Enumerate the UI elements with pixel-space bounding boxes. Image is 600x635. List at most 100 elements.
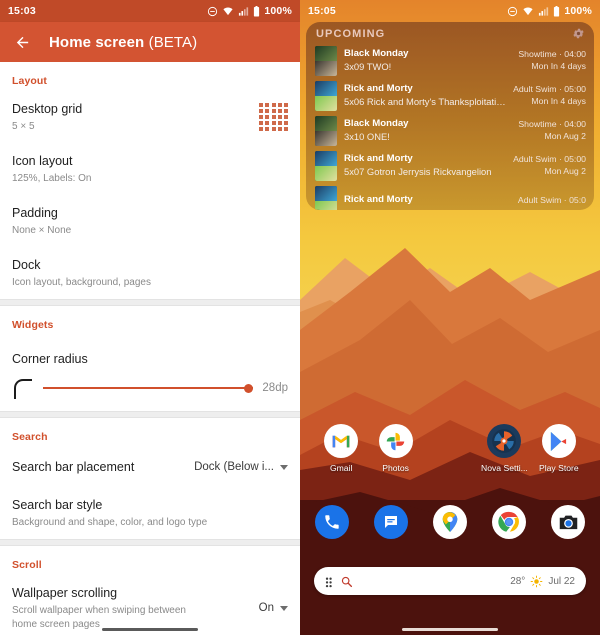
pref-title: Icon layout [12, 154, 73, 168]
dropdown-value: On [258, 602, 274, 614]
dock-icon-maps[interactable] [430, 505, 470, 539]
app-icon-play-store[interactable]: Play Store [532, 424, 586, 473]
wifi-icon [523, 6, 533, 15]
dock-icon-camera[interactable] [548, 505, 588, 539]
beta-label: (BETA) [148, 33, 198, 51]
app-icon-photos[interactable]: Photos [368, 424, 422, 473]
pref-subtitle: 125%, Labels: On [12, 173, 92, 184]
event-channel: Showtime · 04:00 [518, 119, 586, 130]
pref-title: Search bar style [12, 498, 103, 512]
signal-icon [239, 6, 249, 16]
do-not-disturb-icon [208, 6, 218, 16]
search-bar[interactable]: 28° Jul 22 [314, 567, 586, 595]
section-header-layout: Layout [12, 75, 48, 87]
pref-title: Desktop grid [12, 102, 83, 116]
gesture-nav-bar[interactable] [0, 628, 300, 631]
widget-event-row[interactable]: Rick and Morty 5x07 Gotron Jerrysis Rick… [306, 148, 594, 183]
dropdown-wallpaper-scrolling[interactable]: On [259, 602, 288, 614]
event-show-title: Rick and Morty [344, 153, 413, 165]
settings-list[interactable]: Layout Desktop grid 5 × 5 Icon layout 12… [0, 62, 300, 635]
pref-icon-layout[interactable]: Icon layout 125%, Labels: On [0, 143, 300, 195]
battery-percent: 100% [264, 5, 292, 17]
upcoming-widget[interactable]: UPCOMING Black Monday 3x09 TWO! Showtime… [306, 22, 594, 210]
show-thumbnail [315, 45, 337, 76]
app-icon-nova-settings[interactable]: Nova Setti... [477, 424, 531, 473]
show-thumbnail [315, 80, 337, 111]
app-bar: Home screen (BETA) [0, 22, 300, 62]
home-screen-phone: 15:05 100% UPCOMING Black Monday 3x09 TW… [300, 0, 600, 635]
dock-icon-phone[interactable] [312, 505, 352, 539]
google-photos-icon [378, 424, 413, 458]
camera-icon [551, 505, 585, 539]
event-meta: Showtime · 04:00 Mon In 4 days [518, 49, 586, 72]
home-app-row: Gmail Photos Nova Setti... Play Store [300, 424, 600, 473]
pref-padding[interactable]: Padding None × None [0, 195, 300, 247]
section-header-scroll: Scroll [12, 559, 42, 571]
gmail-icon [324, 424, 359, 458]
corner-radius-slider-row[interactable]: 28dp [0, 375, 300, 411]
dock-icon-messages[interactable] [371, 505, 411, 539]
slider-track [43, 387, 254, 389]
signal-icon [539, 6, 549, 16]
widget-event-row-partial[interactable]: Rick and Morty Adult Swim · 05:0 [306, 183, 594, 210]
app-label: Gmail [329, 463, 353, 473]
phone-icon [315, 505, 349, 539]
pref-text: Icon layout 125%, Labels: On [12, 152, 288, 186]
event-when: Mon Aug 2 [544, 165, 586, 176]
corner-radius-value: 28dp [262, 382, 288, 394]
pref-subtitle: Background and shape, color, and logo ty… [12, 517, 208, 528]
search-bar-left[interactable] [325, 575, 353, 588]
event-channel: Adult Swim · 05:00 [513, 84, 586, 95]
pref-dock[interactable]: Dock Icon layout, background, pages [0, 247, 300, 299]
event-text: Rick and Morty 5x06 Rick and Morty's Tha… [344, 83, 506, 107]
dropdown-search-bar-placement[interactable]: Dock (Below i... [194, 461, 288, 473]
corner-radius-slider[interactable] [43, 381, 254, 395]
widget-event-row[interactable]: Rick and Morty 5x06 Rick and Morty's Tha… [306, 78, 594, 113]
desktop-grid-preview-icon [259, 102, 288, 132]
pref-text: Search bar style Background and shape, c… [12, 496, 288, 530]
battery-icon [554, 5, 560, 16]
event-text: Black Monday 3x10 ONE! [344, 118, 511, 142]
chevron-down-icon[interactable] [280, 464, 288, 470]
event-text: Black Monday 3x09 TWO! [344, 48, 511, 72]
nova-settings-phone: 15:03 100% Home screen (BETA) Layout Des… [0, 0, 300, 635]
search-bar-right[interactable]: 28° Jul 22 [510, 575, 575, 588]
event-channel: Showtime · 04:00 [518, 49, 586, 60]
messages-icon [374, 505, 408, 539]
status-bar: 15:03 100% [0, 0, 300, 22]
widget-event-row[interactable]: Black Monday 3x09 TWO! Showtime · 04:00 … [306, 43, 594, 78]
status-bar-icons: 100% [207, 5, 292, 17]
slider-thumb[interactable] [244, 383, 254, 393]
dock-icon-chrome[interactable] [489, 505, 529, 539]
section-divider [0, 299, 300, 306]
gesture-nav-bar[interactable] [300, 628, 600, 631]
status-bar-icons: 100% [507, 5, 592, 17]
event-text: Rick and Morty [344, 194, 511, 206]
back-arrow-icon[interactable] [14, 34, 31, 51]
nova-settings-icon [487, 424, 522, 458]
event-channel: Adult Swim · 05:00 [513, 154, 586, 165]
pref-search-bar-style[interactable]: Search bar style Background and shape, c… [0, 487, 300, 539]
app-drawer-dots-icon[interactable] [325, 575, 338, 588]
app-icon-gmail[interactable]: Gmail [314, 424, 368, 473]
chevron-down-icon[interactable] [280, 605, 288, 611]
battery-percent: 100% [564, 5, 592, 17]
show-thumbnail [315, 115, 337, 146]
app-label: Photos [382, 463, 409, 473]
event-meta: Showtime · 04:00 Mon Aug 2 [518, 119, 586, 142]
pref-search-bar-placement[interactable]: Search bar placement Dock (Below i... [0, 447, 300, 487]
app-label: Play Store [539, 463, 579, 473]
section-header-search: Search [12, 431, 48, 443]
show-thumbnail [315, 150, 337, 181]
widget-title: UPCOMING [316, 27, 386, 40]
gear-icon[interactable] [572, 27, 585, 40]
widget-event-row[interactable]: Black Monday 3x10 ONE! Showtime · 04:00 … [306, 113, 594, 148]
pref-desktop-grid[interactable]: Desktop grid 5 × 5 [0, 91, 300, 143]
wifi-icon [223, 6, 233, 15]
pref-wallpaper-scrolling[interactable]: Wallpaper scrolling Scroll wallpaper whe… [0, 575, 300, 635]
search-icon[interactable] [340, 575, 353, 588]
pref-text: Dock Icon layout, background, pages [12, 256, 288, 290]
event-show-title: Black Monday [344, 48, 409, 60]
dropdown-value: Dock (Below i... [194, 461, 274, 473]
temperature-label: 28° [510, 575, 526, 587]
